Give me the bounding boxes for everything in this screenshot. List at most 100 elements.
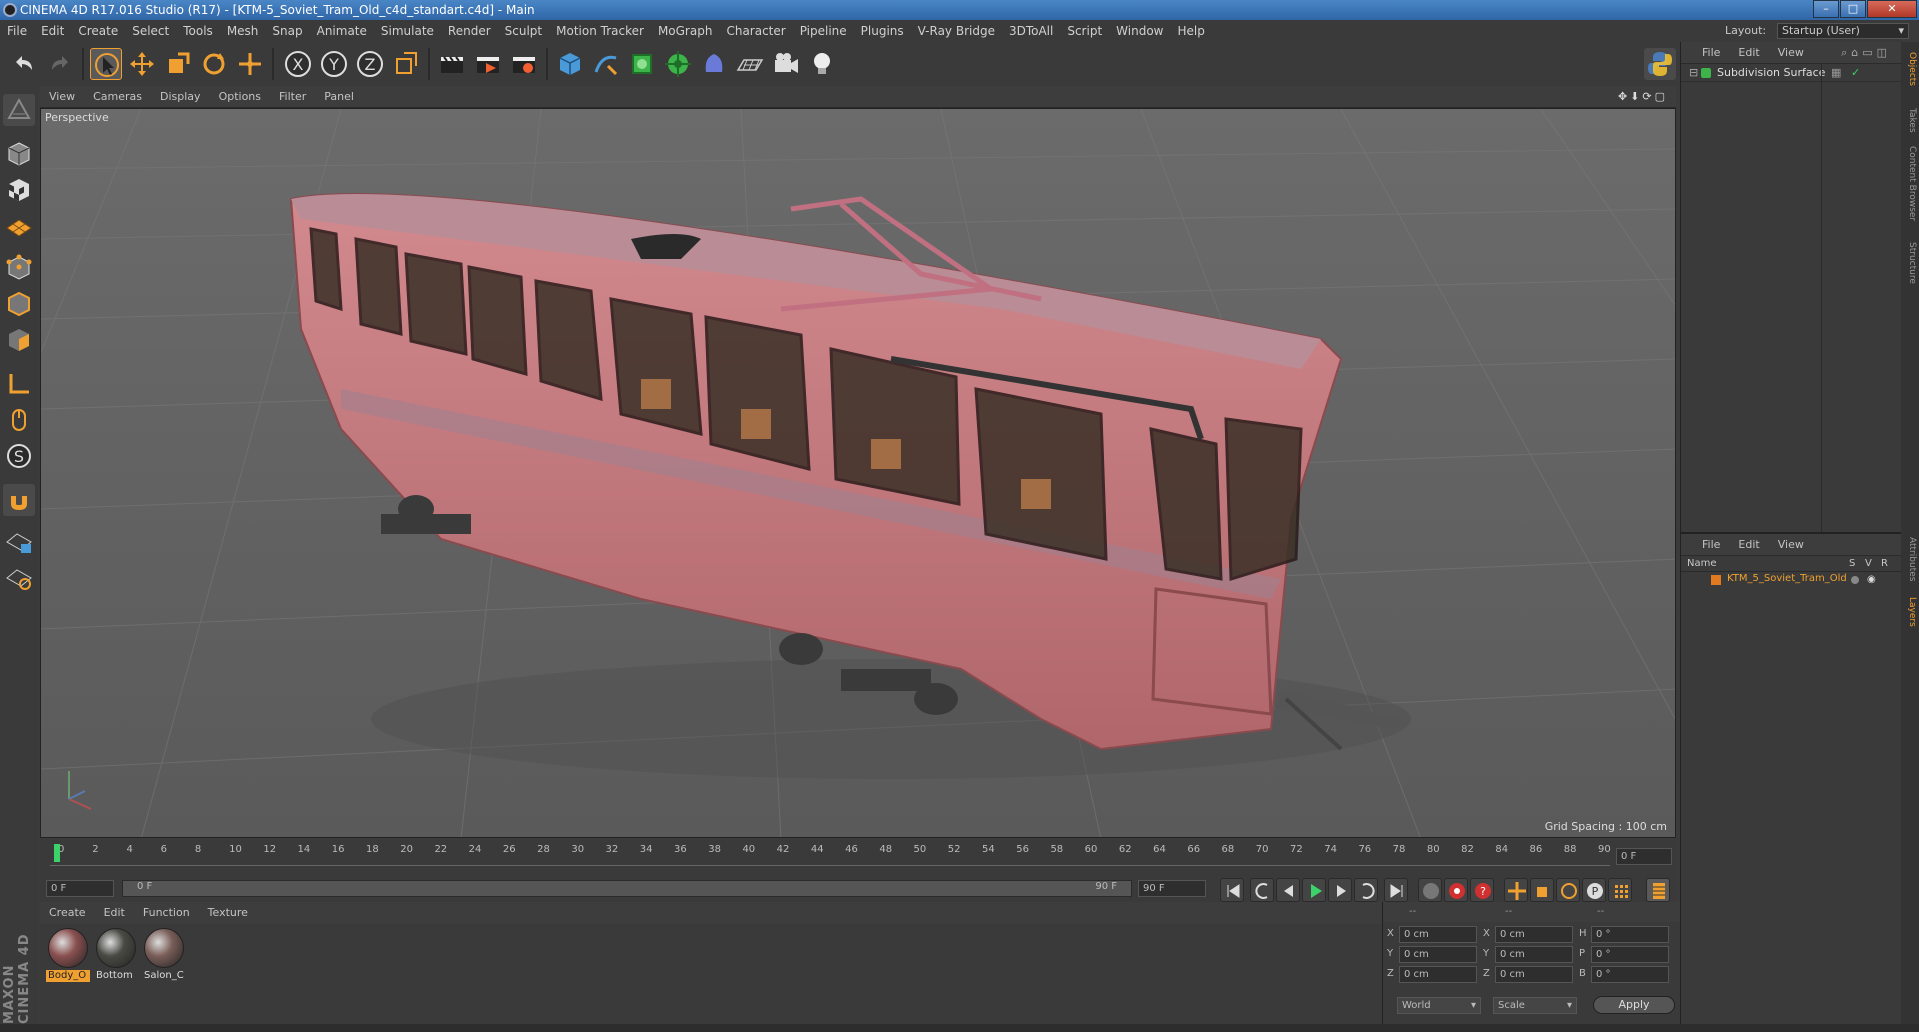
menu-help[interactable]: Help: [1170, 20, 1211, 42]
key-rotation-button[interactable]: [1556, 878, 1580, 902]
coord-field[interactable]: 0 cm: [1495, 966, 1573, 983]
material-menu-function[interactable]: Function: [134, 902, 199, 924]
menu-snap[interactable]: Snap: [265, 20, 309, 42]
deformer-button[interactable]: [698, 48, 730, 80]
subdivision-surface-button[interactable]: [626, 48, 658, 80]
coord-field[interactable]: 0 cm: [1399, 966, 1477, 983]
tab-content-browser[interactable]: Content Browser: [1903, 146, 1917, 221]
camera-button[interactable]: [770, 48, 802, 80]
coord-field[interactable]: 0 cm: [1495, 946, 1573, 963]
cube-object-button[interactable]: [554, 48, 586, 80]
scale-tool-button[interactable]: [162, 48, 194, 80]
coord-field[interactable]: 0 cm: [1399, 926, 1477, 943]
menu-plugins[interactable]: Plugins: [854, 20, 911, 42]
next-key-button[interactable]: [1354, 878, 1378, 902]
edges-mode-button[interactable]: [3, 288, 35, 320]
viewport-menu-options[interactable]: Options: [210, 86, 270, 108]
x-axis-button[interactable]: X: [282, 48, 314, 80]
menu-select[interactable]: Select: [125, 20, 176, 42]
snap-button[interactable]: S: [3, 440, 35, 472]
live-selection-button[interactable]: [234, 48, 266, 80]
menu-mograph[interactable]: MoGraph: [651, 20, 720, 42]
layer-color-swatch[interactable]: [1711, 575, 1721, 585]
menu-animate[interactable]: Animate: [310, 20, 374, 42]
viewport-perspective[interactable]: Perspective Grid Spacing : 100 cm: [40, 108, 1676, 838]
menu-create[interactable]: Create: [71, 20, 125, 42]
record-keys-button[interactable]: [1444, 878, 1468, 902]
key-position-button[interactable]: [1504, 878, 1528, 902]
close-button[interactable]: ✕: [1867, 0, 1917, 18]
timeline-layout-button[interactable]: [1646, 878, 1670, 902]
viewport-menu-view[interactable]: View: [40, 86, 84, 108]
viewport-menu-cameras[interactable]: Cameras: [84, 86, 151, 108]
light-button[interactable]: [806, 48, 838, 80]
autokey-button[interactable]: ?: [1470, 878, 1494, 902]
apply-button[interactable]: Apply: [1593, 996, 1675, 1014]
expand-icon[interactable]: ⊟: [1689, 66, 1698, 79]
render-view-button[interactable]: [436, 48, 468, 80]
editor-visible-icon[interactable]: ▦: [1831, 66, 1841, 79]
current-frame-field[interactable]: 0 F: [1616, 848, 1672, 865]
search-icon[interactable]: ⌕⌂▭◫: [1841, 42, 1891, 64]
viewport-menu-filter[interactable]: Filter: [270, 86, 315, 108]
menu-sculpt[interactable]: Sculpt: [498, 20, 549, 42]
select-tool-button[interactable]: [90, 48, 122, 80]
enabled-check-icon[interactable]: ✓: [1851, 66, 1860, 79]
model-mode-button[interactable]: [3, 138, 35, 170]
polygons-mode-button[interactable]: [3, 324, 35, 356]
viewport-menu-display[interactable]: Display: [151, 86, 210, 108]
coord-field[interactable]: 0 cm: [1399, 946, 1477, 963]
go-to-start-button[interactable]: [1220, 878, 1244, 902]
coord-mode-dropdown[interactable]: World ▾: [1397, 997, 1481, 1014]
menu-motion-tracker[interactable]: Motion Tracker: [549, 20, 651, 42]
material-menu-create[interactable]: Create: [40, 902, 95, 924]
layer-menu-file[interactable]: File: [1693, 534, 1729, 556]
start-frame-field[interactable]: 0 F: [46, 880, 114, 897]
floor-object-button[interactable]: [734, 48, 766, 80]
prev-key-button[interactable]: [1250, 878, 1274, 902]
layout-dropdown[interactable]: Startup (User) ▾: [1777, 23, 1909, 39]
tweak-mode-button[interactable]: [3, 404, 35, 436]
menu-mesh[interactable]: Mesh: [220, 20, 266, 42]
playhead[interactable]: [54, 844, 60, 862]
material-menu-texture[interactable]: Texture: [199, 902, 257, 924]
coord-field[interactable]: 0 cm: [1495, 926, 1573, 943]
coord-field[interactable]: 0 °: [1591, 966, 1669, 983]
next-frame-button[interactable]: [1328, 878, 1352, 902]
menu-script[interactable]: Script: [1060, 20, 1109, 42]
object-menu-edit[interactable]: Edit: [1729, 42, 1768, 64]
layer-menu-edit[interactable]: Edit: [1729, 534, 1768, 556]
object-row[interactable]: ⊟ Subdivision Surface ▦ ✓: [1681, 64, 1902, 82]
menu-v-ray-bridge[interactable]: V-Ray Bridge: [911, 20, 1002, 42]
layer-menu-view[interactable]: View: [1769, 534, 1813, 556]
menu-render[interactable]: Render: [441, 20, 498, 42]
material-swatch[interactable]: Body_O: [46, 926, 90, 986]
menu-file[interactable]: File: [0, 20, 34, 42]
tab-layers[interactable]: Layers: [1903, 597, 1917, 627]
rotate-tool-button[interactable]: [198, 48, 230, 80]
workplane-lock-button[interactable]: [3, 562, 35, 594]
menu-character[interactable]: Character: [719, 20, 792, 42]
menu-tools[interactable]: Tools: [176, 20, 220, 42]
coord-field[interactable]: 0 °: [1591, 926, 1669, 943]
go-to-end-button[interactable]: [1384, 878, 1408, 902]
menu-simulate[interactable]: Simulate: [374, 20, 441, 42]
material-menu-edit[interactable]: Edit: [95, 902, 134, 924]
redo-button[interactable]: [44, 48, 76, 80]
layer-row[interactable]: KTM_5_Soviet_Tram_Old ◉: [1681, 572, 1902, 588]
eye-icon[interactable]: ◉: [1867, 574, 1876, 585]
material-swatch[interactable]: Salon_C: [142, 926, 186, 986]
tab-takes[interactable]: Takes: [1903, 108, 1917, 133]
maximize-button[interactable]: □: [1840, 0, 1866, 18]
menu-window[interactable]: Window: [1109, 20, 1170, 42]
key-parameter-button[interactable]: P: [1582, 878, 1606, 902]
size-mode-dropdown[interactable]: Scale ▾: [1493, 997, 1577, 1014]
tab-objects[interactable]: Objects: [1903, 52, 1917, 86]
tab-attributes[interactable]: Attributes: [1903, 537, 1917, 581]
key-scale-button[interactable]: [1530, 878, 1554, 902]
render-to-picture-viewer-button[interactable]: [472, 48, 504, 80]
menu-3dtoall[interactable]: 3DToAll: [1002, 20, 1060, 42]
end-frame-field[interactable]: 90 F: [1138, 880, 1206, 897]
make-editable-button[interactable]: [3, 94, 35, 126]
menu-pipeline[interactable]: Pipeline: [793, 20, 854, 42]
